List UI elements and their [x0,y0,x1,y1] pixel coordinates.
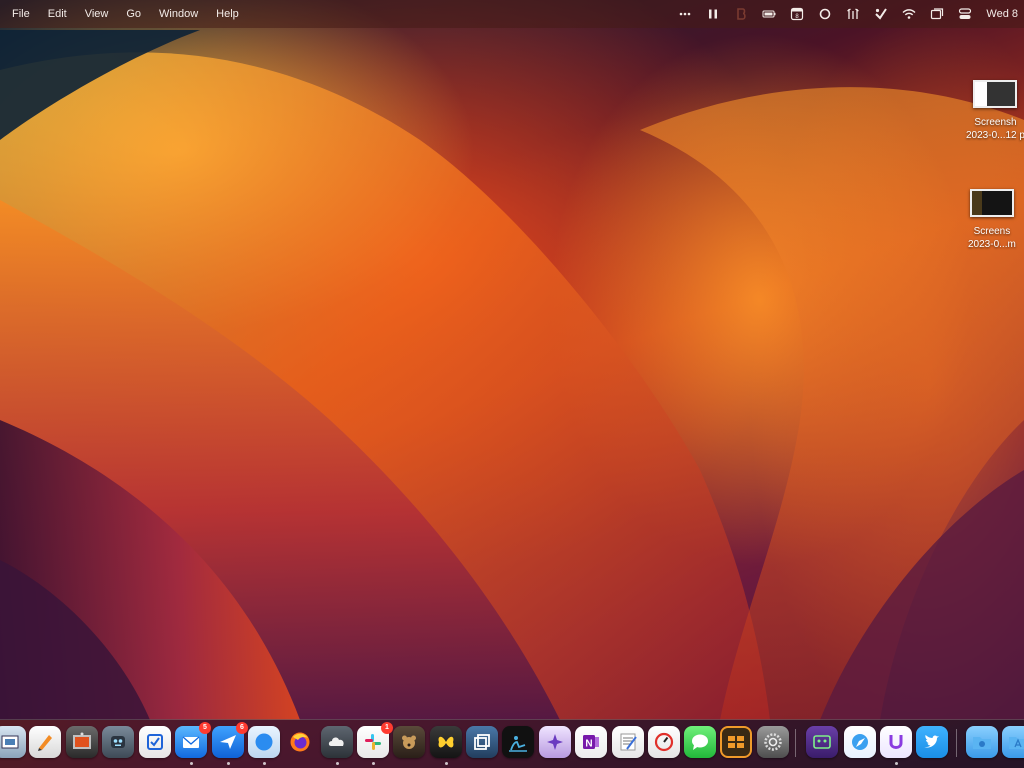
menu-go[interactable]: Go [126,0,141,28]
bird-icon [924,735,939,748]
desktop-file-screenshot-1[interactable]: Screensh 2023-0...12 p [966,80,1024,142]
dock-item-firefox[interactable] [284,726,316,758]
compass-safari-icon [255,733,273,751]
dock-item-twitter[interactable] [916,726,948,758]
envelope-icon [182,736,200,748]
mail-badge: 5 [199,722,211,734]
menu-bar: File Edit View Go Window Help 8 Wed 8 [0,0,1024,28]
speedometer-icon [654,732,674,752]
menu-clock[interactable]: Wed 8 [986,8,1018,20]
dock-item-pages[interactable] [29,726,61,758]
gear-icon [764,733,782,751]
running-indicator [189,762,193,765]
airmail-badge: 6 [236,722,248,734]
menu-window[interactable]: Window [159,0,198,28]
menu-view[interactable]: View [85,0,109,28]
slack-badge: 1 [381,722,393,734]
dock-item-cloud[interactable] [321,726,353,765]
screen-capture-icon [813,735,831,749]
dock-item-textedit[interactable] [612,726,644,758]
cloud-icon [328,737,344,746]
dock-item-safari[interactable] [248,726,280,765]
butterfly-icon [438,736,454,748]
file-thumbnail [969,189,1014,217]
paper-plane-icon [220,735,236,749]
dock-item-compass[interactable] [844,726,876,758]
bartender-icon[interactable] [734,7,748,21]
dock-item-speedtest[interactable] [648,726,680,758]
pages-icon [38,735,52,751]
battery-icon[interactable] [762,7,776,21]
dock-item-applications-folder[interactable] [1002,726,1024,758]
navigation-icon [852,734,868,750]
menu-help[interactable]: Help [216,0,239,28]
sparkle-tool-icon [547,734,563,750]
dock-item-airmail[interactable]: 6 [212,722,248,765]
folder-icon [1009,737,1024,749]
dock-separator [795,729,796,757]
bear-icon [402,735,416,749]
dock-item-photo-booth[interactable] [66,726,98,758]
dock-item-window-manager[interactable] [466,726,498,758]
dock-item-mail[interactable]: 5 [175,722,211,765]
antenna-icon[interactable] [846,7,860,21]
message-bubble-icon [692,734,708,750]
dock-item-onenote[interactable]: N [575,726,607,758]
calendar-icon[interactable]: 8 [790,7,804,21]
dock-item-preview[interactable] [0,726,26,758]
file-thumbnail [973,80,1018,108]
menu-list: File Edit View Go Window Help [0,0,239,28]
dock: 5 6 1 N [0,719,1024,768]
vpn-check-icon[interactable] [874,7,888,21]
photo-booth-icon [73,732,91,749]
record-icon[interactable] [818,7,832,21]
file-label: Screens 2023-0...m [968,226,1016,250]
dock-item-terminal-robot[interactable] [102,726,134,758]
file-label: Screensh 2023-0...12 p [966,117,1024,141]
textedit-icon [620,733,637,751]
desktop-file-screenshot-2[interactable]: Screens 2023-0...m [968,189,1016,251]
running-indicator [335,762,339,765]
slack-icon [365,734,381,750]
wallpaper-waves [0,30,1024,721]
svg-text:N: N [585,739,592,750]
folder-icon [973,737,991,749]
menu-file[interactable]: File [12,0,30,28]
control-center-icon[interactable] [958,7,972,21]
robot-icon [111,736,125,748]
onenote-icon: N [583,735,599,750]
dock-item-downloads-folder[interactable] [966,726,998,758]
more-icon[interactable] [678,7,692,21]
checkbox-icon [147,734,163,750]
status-menu-area: 8 Wed 8 [678,7,1024,21]
running-indicator [226,762,230,765]
dock-item-dictionary[interactable] [539,726,571,758]
wifi-icon[interactable] [902,7,916,21]
menu-edit[interactable]: Edit [48,0,67,28]
u-letter-icon [889,735,903,749]
running-indicator [262,762,266,765]
windows-stack-icon [474,734,490,750]
running-indicator [444,762,448,765]
running-indicator [894,762,898,765]
desktop[interactable]: File Edit View Go Window Help 8 Wed 8 Sc… [0,0,1024,768]
preview-icon [1,735,19,749]
window-icon[interactable] [930,7,944,21]
dock-item-kindle[interactable] [502,726,534,758]
dock-item-slack[interactable]: 1 [357,722,393,765]
dock-item-u-app[interactable] [880,726,912,765]
running-indicator [371,762,375,765]
dock-item-messages[interactable] [684,726,716,758]
pause-icon[interactable] [706,7,720,21]
kindle-reader-icon [509,736,527,752]
dock-separator [956,729,957,757]
firefox-icon [290,732,310,752]
grid-app-icon [728,736,744,748]
dock-item-screen-tool[interactable] [806,726,838,758]
dock-item-reminders[interactable] [139,726,171,758]
dock-item-reeder[interactable] [720,726,752,758]
dock-item-tes[interactable] [430,726,462,765]
dock-item-bear[interactable] [393,726,425,758]
dock-item-system-settings[interactable] [757,726,789,758]
